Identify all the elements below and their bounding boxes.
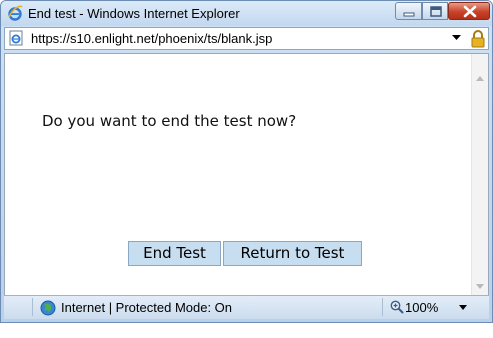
globe-icon [40, 300, 56, 316]
return-to-test-button[interactable]: Return to Test [223, 241, 362, 266]
status-bar: Internet | Protected Mode: On 100% [4, 295, 489, 319]
title-bar[interactable]: End test - Windows Internet Explorer [1, 1, 492, 26]
dropdown-arrow-icon[interactable] [452, 35, 461, 41]
status-separator [382, 298, 383, 316]
minimize-button[interactable] [395, 2, 422, 20]
lock-icon[interactable] [470, 29, 486, 48]
window-title: End test - Windows Internet Explorer [28, 6, 240, 21]
close-icon [463, 5, 477, 18]
ie-logo-icon [8, 5, 23, 21]
url-field[interactable]: https://s10.enlight.net/phoenix/ts/blank… [31, 31, 272, 46]
minimize-icon [403, 12, 415, 17]
security-zone-status[interactable]: Internet | Protected Mode: On [61, 300, 232, 315]
close-button[interactable] [448, 2, 490, 20]
zoom-dropdown-arrow-icon[interactable] [459, 305, 467, 310]
zoom-icon[interactable] [390, 300, 404, 314]
page-content: Do you want to end the test now? End Tes… [4, 53, 489, 295]
maximize-button[interactable] [422, 2, 448, 20]
scroll-up-arrow-icon[interactable] [476, 76, 484, 81]
vertical-scrollbar[interactable] [471, 54, 488, 295]
browser-window: End test - Windows Internet Explorer htt… [0, 0, 493, 323]
zoom-level[interactable]: 100% [405, 300, 438, 315]
address-bar[interactable]: https://s10.enlight.net/phoenix/ts/blank… [4, 27, 489, 50]
end-test-prompt: Do you want to end the test now? [42, 112, 297, 130]
status-separator [32, 298, 33, 316]
page-icon [9, 30, 23, 46]
end-test-button[interactable]: End Test [128, 241, 221, 266]
maximize-icon [430, 6, 442, 17]
scroll-down-arrow-icon[interactable] [476, 284, 484, 289]
